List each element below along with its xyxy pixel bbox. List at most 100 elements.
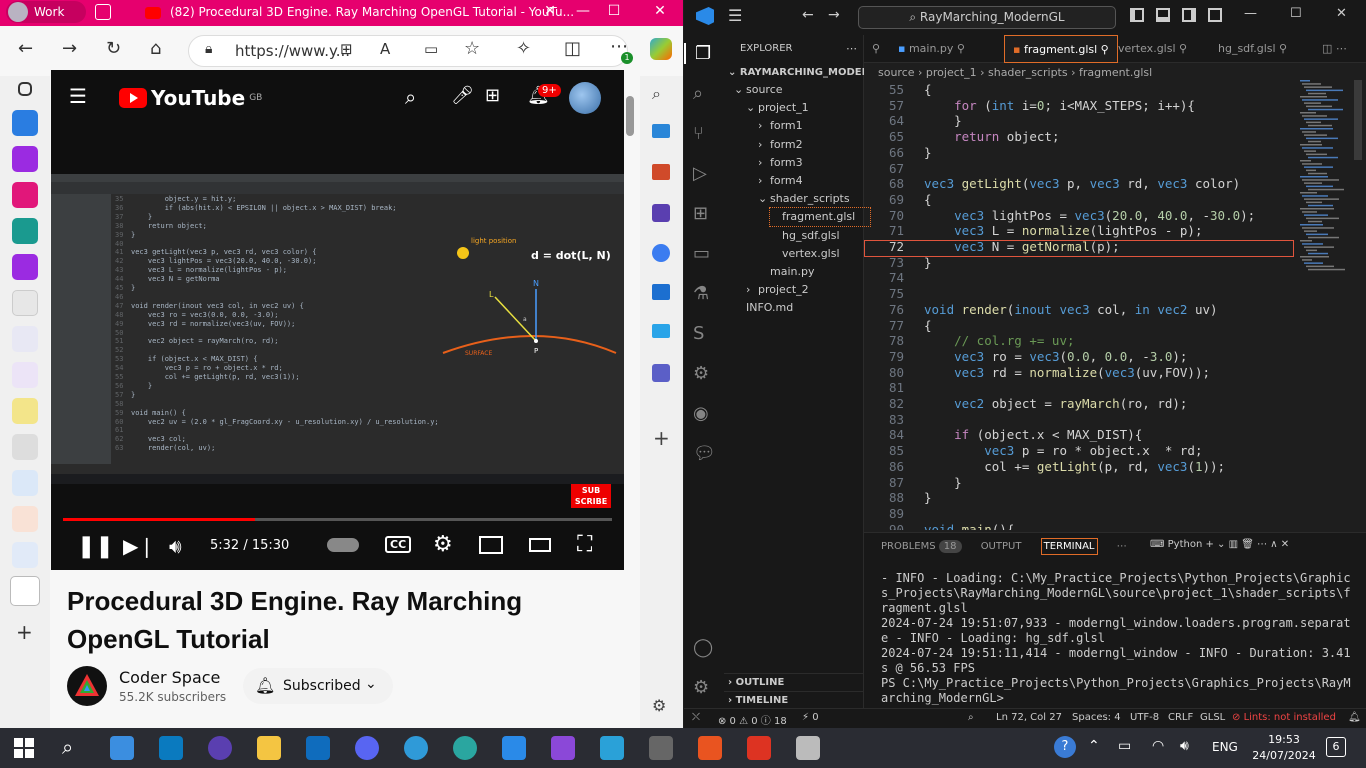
visual-studio-icon[interactable] [551,736,575,760]
tree-item[interactable]: vertex.glsl [770,245,840,263]
maximize-icon[interactable]: ☐ [1290,6,1302,21]
tree-item[interactable]: › form1 [758,117,803,135]
cursor-position[interactable]: Ln 72, Col 27 [996,712,1062,723]
terminal-output[interactable]: - INFO - Loading: C:\My_Practice_Project… [881,571,1351,706]
tree-item[interactable]: › form3 [758,154,803,172]
back-icon[interactable]: ← [802,7,814,23]
pause-icon[interactable]: ❚❚ [77,534,114,559]
tab-favicon-icon[interactable] [12,434,38,460]
next-icon[interactable]: ▶❘ [123,534,155,558]
language-indicator[interactable]: ENG [1212,740,1238,754]
tree-item[interactable]: ⌄ project_1 [746,99,809,117]
explorer-icon[interactable]: ❐ [684,43,711,64]
tab-favicon-icon[interactable] [12,470,38,496]
remote-icon[interactable]: ⤬ [692,712,700,723]
tab-favicon-icon[interactable] [12,254,38,280]
app-icon[interactable] [747,736,771,760]
app-icon[interactable] [649,736,673,760]
source-control-icon[interactable]: ⑂ [693,123,704,144]
minimap[interactable] [1296,80,1356,280]
edge-icon[interactable] [404,736,428,760]
app-icon[interactable] [600,736,624,760]
games-icon[interactable] [652,204,670,222]
tree-item[interactable]: › form4 [758,172,803,190]
run-debug-icon[interactable]: ▷ [693,163,707,184]
manage-gear-icon[interactable]: ⚙ [693,677,709,698]
app-icon[interactable] [110,736,134,760]
tree-item[interactable]: fragment.glsl [769,207,871,228]
outlook-icon[interactable] [306,736,330,760]
minimize-icon[interactable]: — [1244,6,1257,21]
outline-section[interactable]: › OUTLINE [724,673,864,691]
bell-icon[interactable]: 🔔︎ [1348,712,1361,723]
search-icon[interactable]: ⌕ [693,83,703,104]
tab-actions-icon[interactable] [18,82,32,96]
video-frame[interactable]: 35 object.y = hit.y; 36 if (abs(hit.x) < … [51,174,624,508]
tab-favicon-icon[interactable] [12,506,38,532]
close-window-icon[interactable]: ✕ [645,3,675,19]
command-center-search[interactable]: ⌕ RayMarching_ModernGL [858,6,1116,29]
channel-name[interactable]: Coder Space [119,668,220,687]
more-icon[interactable]: ⋯ [846,40,857,58]
back-icon[interactable]: ← [18,38,33,59]
discord-icon[interactable] [355,736,379,760]
tree-item[interactable]: hg_sdf.glsl [770,227,840,245]
tab-title[interactable]: (82) Procedural 3D Engine. Ray Marching … [170,5,574,19]
chat-icon[interactable]: 💬︎ [693,443,716,464]
help-icon[interactable]: ? [1054,736,1076,758]
indentation[interactable]: Spaces: 4 [1072,712,1121,723]
tree-item[interactable]: ⌄ source [734,81,783,99]
search-icon[interactable]: ⌕ [405,85,416,109]
audio-tab-icon[interactable] [10,576,40,606]
new-tab-icon[interactable]: + [16,620,33,644]
tab-output[interactable]: OUTPUT [981,541,1022,552]
read-aloud-icon[interactable]: A [380,40,390,58]
chevron-up-icon[interactable]: ⌃ [1088,738,1100,754]
settings-gear-icon[interactable]: ⚙ [652,696,666,715]
remote-explorer-icon[interactable]: ▭ [693,243,710,264]
volume-icon[interactable]: 🔊︎ [169,534,182,558]
tree-item[interactable]: INFO.md [734,299,793,317]
search-icon[interactable]: ⌕ [62,735,73,759]
wifi-icon[interactable]: ◠ [1152,738,1164,754]
clock[interactable]: 19:53 24/07/2024 [1250,732,1318,764]
tab-vertex-glsl[interactable]: vertex.glsl ⚲ [1110,35,1195,63]
tab-favicon-icon[interactable] [12,398,38,424]
tree-item[interactable]: main.py [758,263,814,281]
edge-devtools-icon[interactable]: ◉ [693,403,709,424]
encoding[interactable]: UTF-8 [1130,712,1159,723]
split-editor-icon[interactable]: ◫ ⋯ [1314,35,1355,63]
menu-icon[interactable]: ☰ [728,6,742,25]
tab-hg-sdf-glsl[interactable]: hg_sdf.glsl ⚲ [1210,35,1295,63]
maximize-icon[interactable]: ☐ [599,3,629,19]
page-scrollbar[interactable] [626,96,634,136]
favorite-icon[interactable]: ☆ [464,38,480,59]
url-field[interactable]: 🔒︎ https://www.y... [188,35,628,67]
notification-center[interactable]: 6 [1326,737,1346,757]
outlook-icon[interactable] [652,284,670,300]
code-editor[interactable]: 55 {57 for (int i=0; i<MAX_STEPS; i++){64… [864,80,1294,530]
extensions-icon[interactable]: ⊞ [693,203,708,224]
ubuntu-icon[interactable] [698,736,722,760]
split-screen-icon[interactable]: ◫ [564,38,581,59]
toggle-sidebar-icon[interactable] [1130,8,1144,22]
store-icon[interactable] [159,736,183,760]
profile-button[interactable]: Work [6,1,86,23]
captions-icon[interactable]: CC [385,536,412,553]
miniplayer-icon[interactable] [479,536,503,554]
create-icon[interactable]: ⊞ [485,85,500,106]
customize-layout-icon[interactable] [1208,8,1222,22]
toggle-panel-icon[interactable] [1156,8,1170,22]
battery-icon[interactable]: ▭ [1118,738,1131,754]
progress-bar[interactable] [63,518,612,521]
edge-dev-icon[interactable] [453,736,477,760]
tab-favicon-icon[interactable] [12,362,38,388]
problems-status[interactable]: ⊗ 0 ⚠ 0 ⓘ 18 [718,712,787,727]
settings-gear-icon[interactable]: ⚙ [433,532,453,557]
start-icon[interactable] [14,738,34,758]
tree-item[interactable]: › project_2 [746,281,809,299]
home-icon[interactable]: ⌂ [150,38,161,59]
microphone-icon[interactable]: 🎤︎ [451,85,474,106]
more-icon[interactable]: ⋯ [1117,541,1127,552]
tree-item[interactable]: › form2 [758,136,803,154]
